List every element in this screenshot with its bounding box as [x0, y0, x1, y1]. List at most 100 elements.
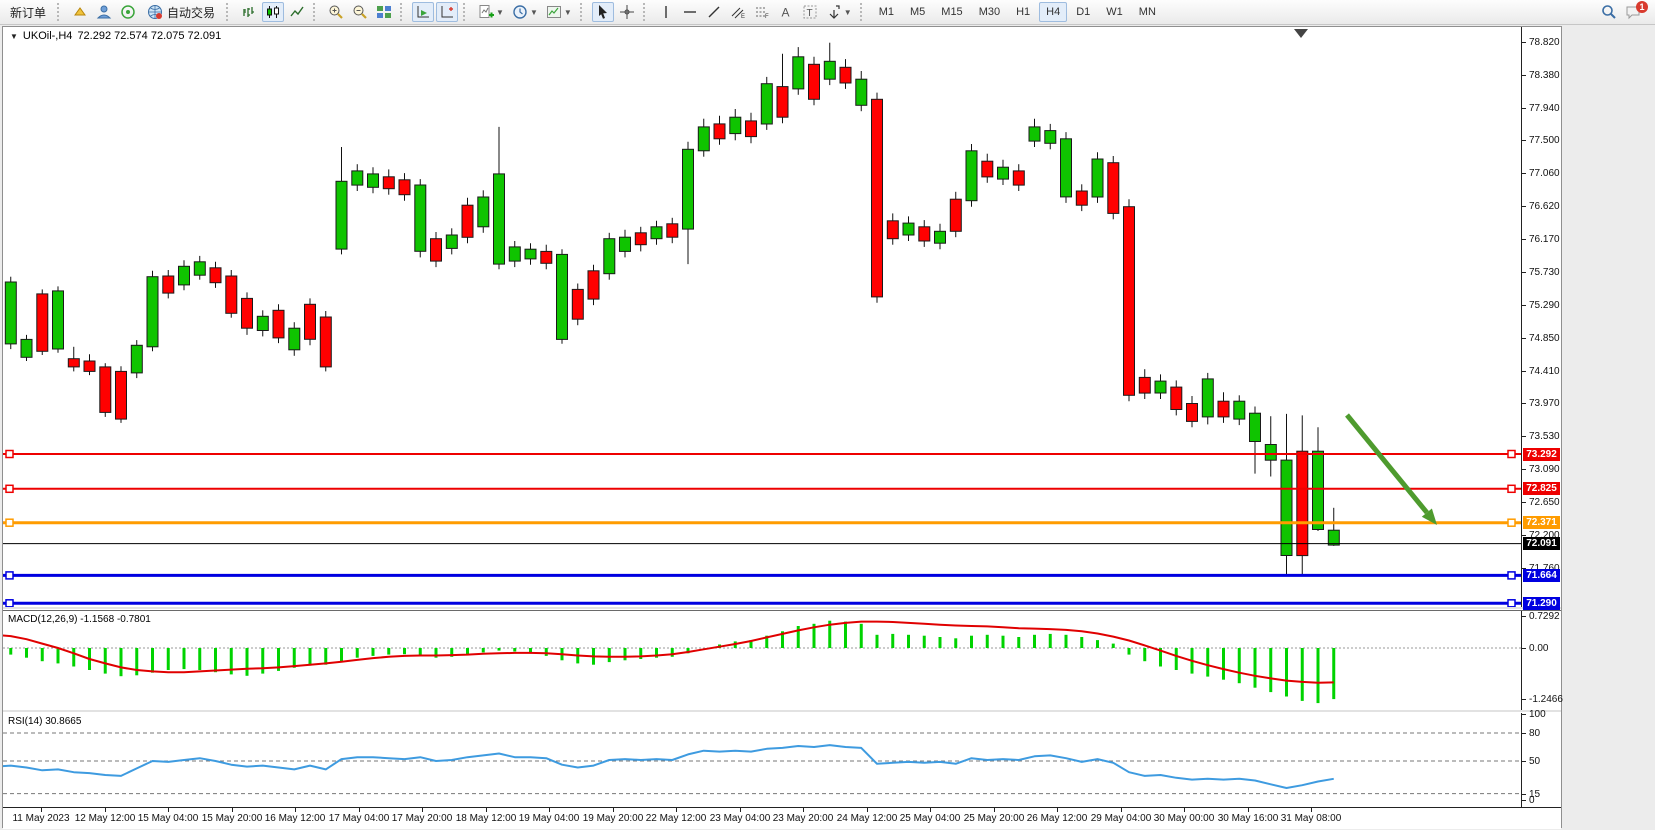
bar-chart-mode-button[interactable]	[238, 2, 260, 22]
candlestick-mode-button[interactable]	[262, 2, 284, 22]
candle-body	[1029, 127, 1040, 141]
candle-body	[966, 151, 977, 201]
channel-tool-button[interactable]: E	[727, 2, 749, 22]
zoom-out-button[interactable]	[349, 2, 371, 22]
price-tick-label: 77.500	[1529, 135, 1560, 146]
line-chart-mode-button[interactable]	[286, 2, 308, 22]
candlestick-plot[interactable]	[3, 27, 1521, 607]
candle-body	[1171, 387, 1182, 409]
timeframe-M15[interactable]: M15	[934, 2, 969, 22]
candle-body	[1265, 445, 1276, 461]
new-order-button[interactable]: 新订单	[4, 2, 52, 22]
timeframe-M5[interactable]: M5	[903, 2, 932, 22]
candle-body	[1250, 413, 1261, 441]
timeframe-H4[interactable]: H4	[1039, 2, 1067, 22]
candle-body	[1139, 377, 1150, 393]
candle-body	[1281, 460, 1292, 555]
chat-button[interactable]: 1	[1622, 2, 1645, 22]
candle-body	[1045, 131, 1056, 144]
time-tick-label: 18 May 12:00	[451, 813, 521, 824]
candle-body	[289, 328, 300, 350]
candle-body	[1187, 404, 1198, 422]
rsi-panel: 1008050150 RSI(14) 30.8665	[3, 713, 1561, 808]
timeframe-M30[interactable]: M30	[972, 2, 1007, 22]
candle-body	[935, 231, 946, 243]
time-tick-mark	[676, 808, 677, 812]
time-tick-mark	[1311, 808, 1312, 812]
line-handle	[1508, 451, 1515, 458]
cursor-tool-button[interactable]	[592, 2, 614, 22]
text-tool-button[interactable]: A	[775, 2, 797, 22]
rsi-plot[interactable]	[3, 713, 1521, 807]
candle-body	[210, 268, 221, 283]
macd-axis[interactable]: 0.72920.00-1.2466	[1522, 611, 1561, 711]
candle-body	[1202, 379, 1213, 417]
time-tick-mark	[232, 808, 233, 812]
vertical-line-tool-button[interactable]	[655, 2, 677, 22]
time-tick-mark	[803, 808, 804, 812]
crosshair-tool-button[interactable]	[616, 2, 638, 22]
time-tick-label: 23 May 20:00	[768, 813, 838, 824]
rsi-tick-label: 50	[1529, 756, 1540, 767]
timeframe-H1[interactable]: H1	[1009, 2, 1037, 22]
price-chart-panel: 78.82078.38077.94077.50077.06076.62076.1…	[3, 27, 1561, 607]
line-handle	[6, 519, 13, 526]
price-tick-label: 73.970	[1529, 398, 1560, 409]
hline-price-label: 71.664	[1523, 569, 1560, 582]
candle-body	[53, 291, 64, 349]
price-tick-mark	[1522, 436, 1526, 437]
auto-trading-button[interactable]: 自动交易	[141, 2, 221, 22]
toolbar-grip	[57, 3, 64, 21]
horizontal-line-tool-button[interactable]	[679, 2, 701, 22]
timeframe-M1[interactable]: M1	[872, 2, 901, 22]
fibonacci-tool-button[interactable]: F	[751, 2, 773, 22]
toolbar-grip	[580, 3, 587, 21]
time-axis[interactable]: 11 May 202312 May 12:0015 May 04:0015 Ma…	[3, 807, 1561, 829]
macd-plot[interactable]	[3, 611, 1521, 711]
candle-body	[1061, 139, 1072, 197]
rsi-tick-label: 80	[1529, 728, 1540, 739]
svg-text:A: A	[781, 6, 789, 20]
search-button[interactable]	[1598, 2, 1620, 22]
chart-shift-marker	[1294, 29, 1308, 38]
candle-body	[320, 317, 331, 367]
profile-icon[interactable]	[93, 2, 115, 22]
trendline-tool-button[interactable]	[703, 2, 725, 22]
candle-body	[37, 294, 48, 351]
candle-body	[982, 161, 993, 177]
collapse-ohlc-icon[interactable]: ▼	[10, 32, 18, 41]
candle-body	[1013, 171, 1024, 185]
auto-scroll-button[interactable]	[412, 2, 434, 22]
panel-separator[interactable]	[3, 710, 1561, 712]
candle-body	[1313, 451, 1324, 529]
time-tick-mark	[359, 808, 360, 812]
time-tick-mark	[41, 808, 42, 812]
time-tick-label: 17 May 04:00	[324, 813, 394, 824]
hline-price-label: 73.292	[1523, 448, 1560, 461]
candle-body	[793, 57, 804, 89]
history-icon[interactable]	[69, 2, 91, 22]
arrows-tool-button[interactable]: ▼	[823, 2, 855, 22]
zoom-in-button[interactable]	[325, 2, 347, 22]
periods-button[interactable]: ▼	[509, 2, 541, 22]
signals-icon[interactable]	[117, 2, 139, 22]
panel-separator[interactable]	[3, 607, 1561, 609]
candle-body	[604, 239, 615, 274]
main-toolbar: 新订单 自动交易	[0, 0, 1655, 25]
timeframe-D1[interactable]: D1	[1069, 2, 1097, 22]
label-tool-button[interactable]: T	[799, 2, 821, 22]
templates-button[interactable]: ▼	[543, 2, 575, 22]
time-tick-label: 19 May 20:00	[578, 813, 648, 824]
timeframe-W1[interactable]: W1	[1099, 2, 1130, 22]
price-tick-mark	[1522, 305, 1526, 306]
line-handle	[6, 451, 13, 458]
candle-body	[226, 276, 237, 313]
rsi-axis[interactable]: 1008050150	[1522, 713, 1561, 807]
tile-windows-button[interactable]	[373, 2, 395, 22]
time-tick-label: 19 May 04:00	[514, 813, 584, 824]
chart-shift-button[interactable]	[436, 2, 458, 22]
timeframe-MN[interactable]: MN	[1132, 2, 1163, 22]
price-axis[interactable]: 78.82078.38077.94077.50077.06076.62076.1…	[1522, 27, 1561, 607]
add-indicator-button[interactable]: ▼	[475, 2, 507, 22]
price-tick-mark	[1522, 42, 1526, 43]
